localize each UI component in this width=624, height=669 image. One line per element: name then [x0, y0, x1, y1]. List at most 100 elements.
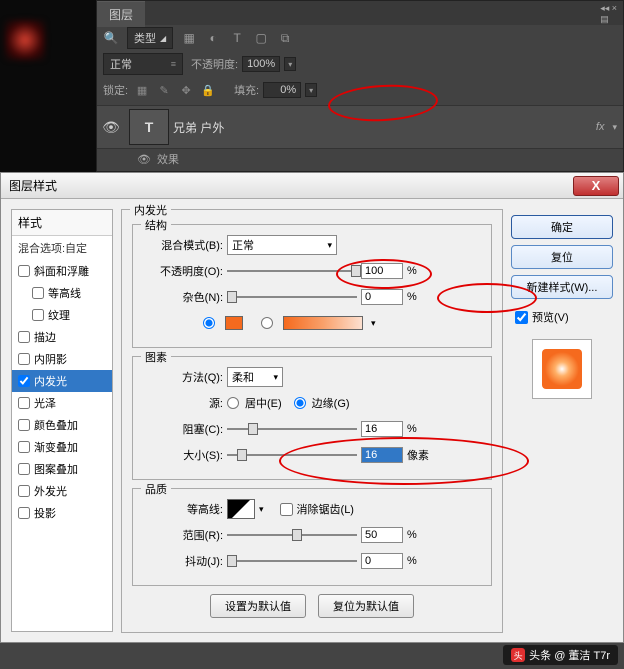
style-gradient-overlay[interactable]: 渐变叠加 — [12, 436, 112, 458]
source-edge-radio[interactable] — [294, 397, 306, 409]
dialog-right-panel: 确定 复位 新建样式(W)... 预览(V) — [511, 209, 613, 632]
filter-type-icon[interactable]: T — [229, 30, 245, 46]
canvas-preview — [0, 0, 96, 172]
pattern-overlay-checkbox[interactable] — [18, 463, 30, 475]
bevel-label: 斜面和浮雕 — [34, 263, 89, 279]
watermark: 头 头条 @ 董洁 T7r — [503, 645, 618, 665]
noise-slider[interactable] — [227, 290, 357, 304]
inner-glow-checkbox[interactable] — [18, 375, 30, 387]
style-stroke[interactable]: 描边 — [12, 326, 112, 348]
range-input[interactable] — [361, 527, 403, 543]
inner-shadow-checkbox[interactable] — [18, 353, 30, 365]
style-bevel[interactable]: 斜面和浮雕 — [12, 260, 112, 282]
noise-input[interactable] — [361, 289, 403, 305]
opacity-input[interactable] — [361, 263, 403, 279]
style-drop-shadow[interactable]: 投影 — [12, 502, 112, 524]
fx-caret-icon[interactable]: ▾ — [612, 122, 617, 133]
blend-mode-select[interactable]: 正常 — [227, 235, 337, 255]
source-edge-label: 边缘(G) — [312, 395, 350, 411]
source-center-radio[interactable] — [227, 397, 239, 409]
contour-checkbox[interactable] — [32, 287, 44, 299]
lock-image-icon[interactable]: ✎ — [156, 82, 172, 98]
antialias-label: 消除锯齿(L) — [297, 501, 354, 517]
gradient-overlay-checkbox[interactable] — [18, 441, 30, 453]
layer-name-text[interactable]: 兄弟 户外 — [173, 119, 224, 136]
layer-fx-badge[interactable]: fx — [596, 121, 605, 133]
eye-sub-icon[interactable]: 👁 — [137, 153, 151, 166]
filter-type-label: 类型 — [134, 30, 156, 46]
contour-preview[interactable] — [227, 499, 255, 519]
search-icon[interactable]: 🔍 — [103, 30, 119, 46]
reset-default-button[interactable]: 复位为默认值 — [318, 594, 414, 618]
blend-mode-dropdown[interactable]: 正常 — [103, 53, 183, 75]
style-satin[interactable]: 光泽 — [12, 392, 112, 414]
styles-header[interactable]: 样式 — [12, 210, 112, 236]
filter-shape-icon[interactable]: ▢ — [253, 30, 269, 46]
satin-checkbox[interactable] — [18, 397, 30, 409]
range-unit: % — [407, 529, 431, 541]
gradient-caret-icon[interactable]: ▾ — [371, 318, 376, 329]
size-input[interactable] — [361, 447, 403, 463]
tab-layers[interactable]: 图层 — [97, 1, 145, 27]
panel-menu-icons[interactable]: ◂◂ ×▤ — [600, 3, 617, 25]
filter-smart-icon[interactable]: ⧉ — [277, 30, 293, 46]
style-outer-glow[interactable]: 外发光 — [12, 480, 112, 502]
visibility-icon[interactable]: 👁 — [97, 119, 125, 136]
cancel-button[interactable]: 复位 — [511, 245, 613, 269]
source-label: 源: — [143, 395, 223, 411]
source-center-label: 居中(E) — [245, 395, 282, 411]
set-default-button[interactable]: 设置为默认值 — [210, 594, 306, 618]
preview-checkbox[interactable] — [515, 311, 528, 324]
style-inner-shadow[interactable]: 内阴影 — [12, 348, 112, 370]
gradient-preview[interactable] — [283, 316, 363, 330]
fill-label: 填充: — [234, 82, 259, 98]
range-slider[interactable] — [227, 528, 357, 542]
choke-input[interactable] — [361, 421, 403, 437]
opacity-value[interactable]: 100% — [242, 56, 280, 72]
color-swatch[interactable] — [225, 316, 243, 330]
new-style-button[interactable]: 新建样式(W)... — [511, 275, 613, 299]
style-contour[interactable]: 等高线 — [12, 282, 112, 304]
outer-glow-checkbox[interactable] — [18, 485, 30, 497]
choke-slider[interactable] — [227, 422, 357, 436]
layer-effect-sub[interactable]: 👁 效果 — [97, 149, 623, 169]
layer-thumbnail[interactable]: T — [129, 109, 169, 145]
filter-pixel-icon[interactable]: ▦ — [181, 30, 197, 46]
bevel-checkbox[interactable] — [18, 265, 30, 277]
size-slider[interactable] — [227, 448, 357, 462]
style-inner-glow[interactable]: 内发光 — [12, 370, 112, 392]
blend-mode-row: 混合模式(B): 正常 — [143, 235, 481, 255]
style-pattern-overlay[interactable]: 图案叠加 — [12, 458, 112, 480]
color-overlay-checkbox[interactable] — [18, 419, 30, 431]
filter-adjust-icon[interactable]: ◐ — [205, 30, 221, 46]
elements-box: 图素 方法(Q): 柔和 源: 居中(E) 边缘(G) 阻塞(C): — [132, 356, 492, 480]
contour-caret-icon[interactable]: ▾ — [259, 504, 264, 515]
fill-value[interactable]: 0% — [263, 82, 301, 98]
gradient-radio[interactable] — [261, 317, 273, 329]
noise-unit: % — [407, 291, 431, 303]
technique-select[interactable]: 柔和 — [227, 367, 283, 387]
texture-checkbox[interactable] — [32, 309, 44, 321]
layer-item[interactable]: 👁 T 兄弟 户外 fx ▾ — [97, 105, 623, 149]
solid-color-radio[interactable] — [203, 317, 215, 329]
style-texture[interactable]: 纹理 — [12, 304, 112, 326]
close-button[interactable]: X — [573, 176, 619, 196]
stroke-checkbox[interactable] — [18, 331, 30, 343]
style-color-overlay[interactable]: 颜色叠加 — [12, 414, 112, 436]
opacity-slider[interactable] — [227, 264, 357, 278]
drop-shadow-checkbox[interactable] — [18, 507, 30, 519]
jitter-input[interactable] — [361, 553, 403, 569]
antialias-checkbox[interactable] — [280, 503, 293, 516]
layer-style-dialog: 图层样式 X 样式 混合选项:自定 斜面和浮雕 等高线 纹理 描边 内阴影 内发… — [0, 172, 624, 643]
fill-caret-icon[interactable]: ▾ — [305, 83, 317, 97]
dialog-body: 样式 混合选项:自定 斜面和浮雕 等高线 纹理 描边 内阴影 内发光 光泽 颜色… — [1, 199, 623, 642]
lock-transparent-icon[interactable]: ▦ — [134, 82, 150, 98]
filter-type-dropdown[interactable]: 类型 ◢ — [127, 27, 173, 49]
lock-all-icon[interactable]: 🔒 — [200, 82, 216, 98]
blend-options-item[interactable]: 混合选项:自定 — [12, 236, 112, 260]
jitter-slider[interactable] — [227, 554, 357, 568]
ok-button[interactable]: 确定 — [511, 215, 613, 239]
lock-position-icon[interactable]: ✥ — [178, 82, 194, 98]
opacity-caret-icon[interactable]: ▾ — [284, 57, 296, 71]
dialog-titlebar[interactable]: 图层样式 X — [1, 173, 623, 199]
